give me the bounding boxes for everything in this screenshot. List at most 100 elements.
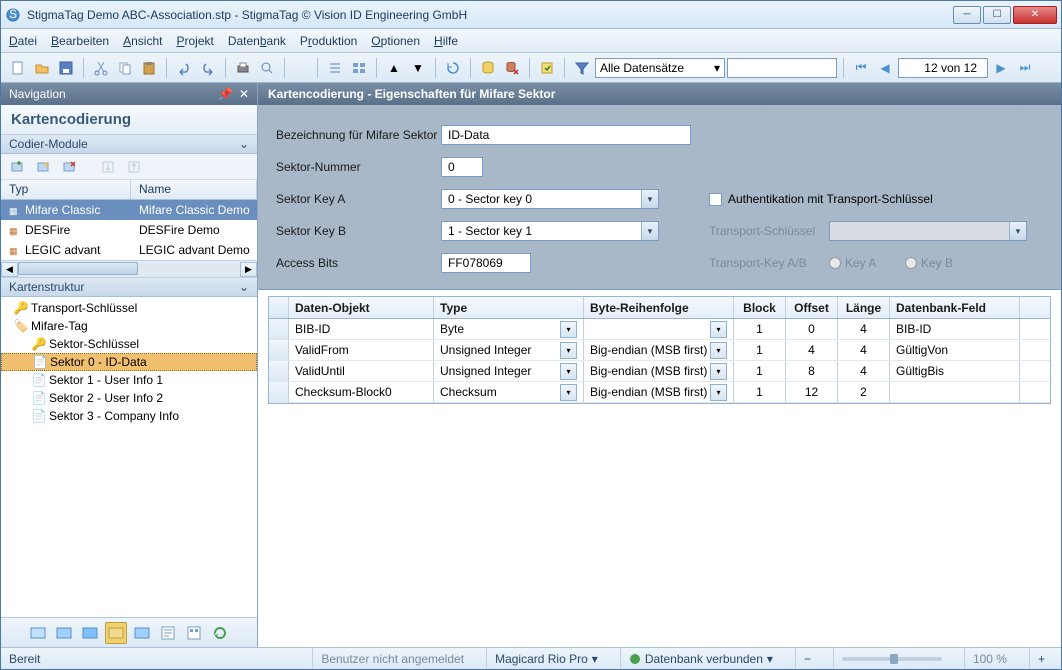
- db-delete-icon[interactable]: [501, 57, 523, 79]
- combo-key-b[interactable]: 1 - Sector key 1▾: [441, 221, 659, 241]
- print-preview-icon[interactable]: [256, 57, 278, 79]
- col-laenge[interactable]: Länge: [838, 297, 890, 318]
- data-row[interactable]: ValidFromUnsigned Integer▾Big-endian (MS…: [269, 340, 1050, 361]
- bottom-icon-8[interactable]: [209, 622, 231, 644]
- bottom-icon-5[interactable]: [131, 622, 153, 644]
- add-module-icon[interactable]: [7, 156, 29, 178]
- collapse-icon[interactable]: ⌄: [239, 137, 249, 151]
- edit-module-icon[interactable]: [33, 156, 55, 178]
- menu-ansicht[interactable]: Ansicht: [123, 34, 162, 48]
- cut-icon[interactable]: [90, 57, 112, 79]
- save-icon[interactable]: [55, 57, 77, 79]
- module-hscroll[interactable]: ◀▶: [1, 260, 257, 277]
- zoom-slider[interactable]: [833, 648, 950, 669]
- input-access-bits[interactable]: [441, 253, 531, 273]
- input-sektor-nr[interactable]: [441, 157, 483, 177]
- data-row[interactable]: Checksum-Block0Checksum▾Big-endian (MSB …: [269, 382, 1050, 403]
- menu-datenbank[interactable]: Datenbank: [228, 34, 286, 48]
- record-counter[interactable]: 12 von 12: [898, 58, 988, 78]
- sort-desc-icon[interactable]: ▼: [407, 57, 429, 79]
- next-record-icon[interactable]: ▶: [990, 57, 1012, 79]
- menu-produktion[interactable]: Produktion: [300, 34, 357, 48]
- wizard-icon[interactable]: [536, 57, 558, 79]
- col-offset[interactable]: Offset: [786, 297, 838, 318]
- module-row[interactable]: ▦Mifare ClassicMifare Classic Demo: [1, 200, 257, 220]
- dropdown-icon[interactable]: ▾: [710, 384, 727, 401]
- filter-icon[interactable]: [571, 57, 593, 79]
- import-icon[interactable]: [97, 156, 119, 178]
- search-input[interactable]: [727, 58, 837, 78]
- bottom-icon-7[interactable]: [183, 622, 205, 644]
- tree-item[interactable]: 🔑Transport-Schlüssel: [1, 299, 257, 317]
- col-type[interactable]: Type: [434, 297, 584, 318]
- dropdown-icon[interactable]: ▾: [560, 342, 577, 359]
- col-db-feld[interactable]: Datenbank-Feld: [890, 297, 1020, 318]
- module-row[interactable]: ▦LEGIC advantLEGIC advant Demo: [1, 240, 257, 260]
- dropdown-icon[interactable]: ▾: [560, 321, 577, 338]
- bottom-icon-2[interactable]: [53, 622, 75, 644]
- menu-optionen[interactable]: Optionen: [371, 34, 420, 48]
- tree-item[interactable]: 📄Sektor 2 - User Info 2: [1, 389, 257, 407]
- data-row[interactable]: BIB-IDByte▾▾104BIB-ID: [269, 319, 1050, 340]
- bottom-icon-3[interactable]: [79, 622, 101, 644]
- print-icon[interactable]: [232, 57, 254, 79]
- undo-icon[interactable]: [173, 57, 195, 79]
- refresh-icon[interactable]: [442, 57, 464, 79]
- col-byte[interactable]: Byte-Reihenfolge: [584, 297, 734, 318]
- col-block[interactable]: Block: [734, 297, 786, 318]
- prev-record-icon[interactable]: ◀: [874, 57, 896, 79]
- bottom-icon-1[interactable]: [27, 622, 49, 644]
- zoom-out-icon[interactable]: −: [795, 648, 819, 669]
- maximize-button[interactable]: ☐: [983, 6, 1011, 24]
- col-name[interactable]: Name: [131, 180, 257, 199]
- input-bezeichnung[interactable]: [441, 125, 691, 145]
- menu-datei[interactable]: Datei: [9, 34, 37, 48]
- copy-icon[interactable]: [114, 57, 136, 79]
- tree-item[interactable]: 📄Sektor 1 - User Info 1: [1, 371, 257, 389]
- open-icon[interactable]: [31, 57, 53, 79]
- chevron-down-icon[interactable]: ▾: [592, 652, 598, 666]
- col-daten-objekt[interactable]: Daten-Objekt: [289, 297, 434, 318]
- tree-item[interactable]: 🏷️Mifare-Tag: [1, 317, 257, 335]
- last-record-icon[interactable]: ⏭: [1014, 57, 1036, 79]
- dropdown-icon[interactable]: ▾: [560, 363, 577, 380]
- combo-key-a[interactable]: 0 - Sector key 0▾: [441, 189, 659, 209]
- sort-asc-icon[interactable]: ▲: [383, 57, 405, 79]
- new-icon[interactable]: [7, 57, 29, 79]
- zoom-in-icon[interactable]: +: [1029, 648, 1053, 669]
- close-button[interactable]: ✕: [1013, 6, 1057, 24]
- export-icon[interactable]: [123, 156, 145, 178]
- col-typ[interactable]: Typ: [1, 180, 131, 199]
- codier-panel-header[interactable]: Codier-Module⌄: [1, 134, 257, 154]
- dropdown-icon[interactable]: ▾: [710, 342, 727, 359]
- grid-icon[interactable]: [348, 57, 370, 79]
- menu-projekt[interactable]: Projekt: [176, 34, 213, 48]
- filter-combo[interactable]: Alle Datensätze▾: [595, 58, 725, 78]
- module-row[interactable]: ▦DESFireDESFire Demo: [1, 220, 257, 240]
- menu-bearbeiten[interactable]: Bearbeiten: [51, 34, 109, 48]
- dropdown-icon[interactable]: ▾: [560, 384, 577, 401]
- dropdown-icon[interactable]: ▾: [710, 363, 727, 380]
- chevron-down-icon-2[interactable]: ▾: [767, 652, 773, 666]
- first-record-icon[interactable]: ⏮: [850, 57, 872, 79]
- delete-module-icon[interactable]: [59, 156, 81, 178]
- list-icon[interactable]: [324, 57, 346, 79]
- menu-hilfe[interactable]: Hilfe: [434, 34, 458, 48]
- collapse-icon-2[interactable]: ⌄: [239, 280, 249, 294]
- dropdown-icon[interactable]: ▾: [710, 321, 727, 338]
- redo-icon[interactable]: [197, 57, 219, 79]
- minimize-button[interactable]: ─: [953, 6, 981, 24]
- db-icon[interactable]: [477, 57, 499, 79]
- tree-item[interactable]: 📄Sektor 0 - ID-Data: [1, 353, 257, 371]
- bottom-icon-6[interactable]: [157, 622, 179, 644]
- tree-item[interactable]: 🔑Sektor-Schlüssel: [1, 335, 257, 353]
- tree-item[interactable]: 📄Sektor 3 - Company Info: [1, 407, 257, 425]
- label-bezeichnung: Bezeichnung für Mifare Sektor: [276, 128, 441, 142]
- pin-icon[interactable]: 📌: [218, 87, 233, 101]
- checkbox-auth[interactable]: [709, 193, 722, 206]
- paste-icon[interactable]: [138, 57, 160, 79]
- bottom-icon-4[interactable]: [105, 622, 127, 644]
- data-row[interactable]: ValidUntilUnsigned Integer▾Big-endian (M…: [269, 361, 1050, 382]
- struct-panel-header[interactable]: Kartenstruktur⌄: [1, 277, 257, 297]
- close-nav-icon[interactable]: ✕: [239, 87, 249, 101]
